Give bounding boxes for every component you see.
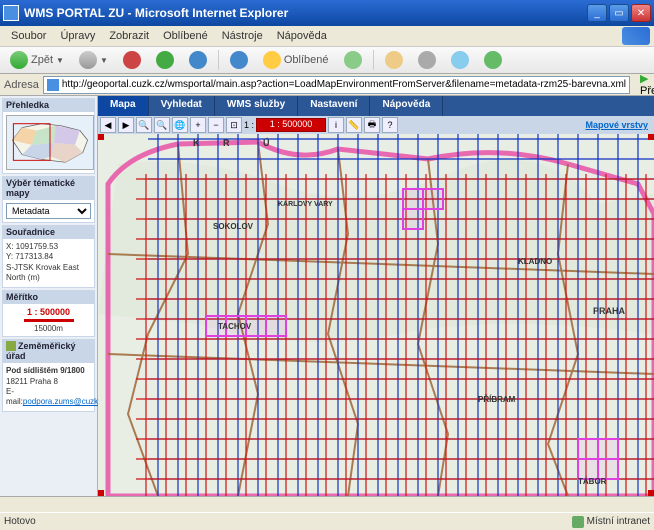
stop-button[interactable]: [117, 49, 147, 71]
address-label: Adresa: [4, 79, 39, 91]
print-button[interactable]: [412, 49, 442, 71]
tool-pan-left[interactable]: ◀: [100, 117, 116, 133]
svg-text:KLADNO: KLADNO: [518, 257, 552, 266]
coord-y: Y: 717313.84: [6, 252, 91, 262]
svg-text:KARLOVY VARY: KARLOVY VARY: [278, 201, 333, 208]
ie-logo-icon: [622, 27, 650, 45]
menu-napoveda[interactable]: Nápověda: [270, 28, 334, 44]
zone-text: Místní intranet: [587, 516, 650, 527]
tab-nastaveni[interactable]: Nastavení: [298, 96, 370, 116]
svg-text:TÁBOR: TÁBOR: [578, 477, 607, 486]
tool-help[interactable]: ?: [382, 117, 398, 133]
svg-text:TACHOV: TACHOV: [218, 322, 252, 331]
print-icon: [418, 51, 436, 69]
tool-extent[interactable]: ⊡: [226, 117, 242, 133]
office-email-link[interactable]: podpora.zums@cuzk.cz: [23, 397, 109, 406]
svg-text:K: K: [193, 138, 200, 148]
chevron-down-icon: ▼: [56, 56, 64, 65]
tool-globe[interactable]: 🌐: [172, 117, 188, 133]
edit-icon: [451, 51, 469, 69]
map-canvas[interactable]: K R Ú SOKOLOV KARLOVY VARY TACHOV KLADNO…: [98, 134, 654, 496]
search-icon: [230, 51, 248, 69]
history-icon: [344, 51, 362, 69]
close-button[interactable]: ✕: [631, 4, 651, 22]
office-icon: [6, 341, 16, 351]
refresh-icon: [156, 51, 174, 69]
tool-zoom-plus[interactable]: +: [190, 117, 206, 133]
favorites-button[interactable]: Oblíbené: [257, 49, 335, 71]
svg-text:Ú: Ú: [263, 137, 270, 148]
menu-zobrazit[interactable]: Zobrazit: [102, 28, 156, 44]
scale-bar: [24, 319, 74, 322]
home-button[interactable]: [183, 49, 213, 71]
layers-link[interactable]: Mapové vrstvy: [585, 120, 652, 130]
tool-measure[interactable]: 📏: [346, 117, 362, 133]
tab-vyhledat[interactable]: Vyhledat: [149, 96, 215, 116]
menu-oblibene[interactable]: Oblíbené: [156, 28, 215, 44]
overview-title: Přehledka: [2, 98, 95, 112]
office-title: Zeměměřický úřad: [2, 339, 95, 364]
edit-button[interactable]: [445, 49, 475, 71]
tool-info[interactable]: i: [328, 117, 344, 133]
minimize-button[interactable]: _: [587, 4, 607, 22]
scale-dist: 15000m: [6, 324, 91, 333]
scale-input[interactable]: 1 : 500000: [256, 118, 326, 132]
overview-map[interactable]: [6, 115, 94, 170]
address-input[interactable]: http://geoportal.cuzk.cz/wmsportal/main.…: [43, 76, 630, 94]
page-icon: [47, 79, 59, 91]
back-button[interactable]: Zpět ▼: [4, 49, 70, 71]
forward-button[interactable]: ▼: [73, 49, 114, 71]
ie-app-icon: [3, 5, 19, 21]
office-addr2: 18211 Praha 8: [6, 377, 91, 387]
scale-title: Měřítko: [2, 290, 95, 304]
go-button[interactable]: ▶ Přejít: [634, 71, 654, 98]
coord-x: X: 1091759.53: [6, 242, 91, 252]
window-title: WMS PORTAL ZU - Microsoft Internet Explo…: [24, 6, 587, 20]
menu-soubor[interactable]: Soubor: [4, 28, 53, 44]
back-icon: [10, 51, 28, 69]
coords-title: Souřadnice: [2, 225, 95, 239]
mail-button[interactable]: [379, 49, 409, 71]
theme-select[interactable]: Metadata: [6, 203, 91, 219]
maximize-button[interactable]: ▭: [609, 4, 629, 22]
scale-value: 1 : 500000: [6, 307, 91, 317]
tab-napoveda[interactable]: Nápověda: [370, 96, 443, 116]
messenger-button[interactable]: [478, 49, 508, 71]
refresh-button[interactable]: [150, 49, 180, 71]
tab-mapa[interactable]: Mapa: [98, 96, 149, 116]
tool-print[interactable]: 🖶: [364, 117, 380, 133]
history-button[interactable]: [338, 49, 368, 71]
chevron-down-icon: ▼: [100, 56, 108, 65]
status-text: Hotovo: [4, 516, 36, 527]
svg-text:R: R: [223, 138, 230, 148]
svg-text:PRAHA: PRAHA: [593, 306, 626, 316]
search-button[interactable]: [224, 49, 254, 71]
tool-zoom-minus[interactable]: −: [208, 117, 224, 133]
coord-sys: S-JTSK Krovak East North (m): [6, 263, 91, 284]
messenger-icon: [484, 51, 502, 69]
zone-icon: [572, 516, 584, 528]
horizontal-scrollbar[interactable]: [0, 496, 654, 512]
home-icon: [189, 51, 207, 69]
menu-upravy[interactable]: Úpravy: [53, 28, 102, 44]
menu-nastroje[interactable]: Nástroje: [215, 28, 270, 44]
svg-text:SOKOLOV: SOKOLOV: [213, 222, 254, 231]
office-addr1: Pod sídlištěm 9/1800: [6, 366, 91, 376]
mail-icon: [385, 51, 403, 69]
svg-text:PŘÍBRAM: PŘÍBRAM: [478, 395, 516, 404]
tool-zoom-out[interactable]: 🔍: [154, 117, 170, 133]
theme-title: Výběr tématické mapy: [2, 176, 95, 200]
tab-wms[interactable]: WMS služby: [215, 96, 298, 116]
star-icon: [263, 51, 281, 69]
tool-zoom-in[interactable]: 🔍: [136, 117, 152, 133]
stop-icon: [123, 51, 141, 69]
tool-pan-right[interactable]: ▶: [118, 117, 134, 133]
forward-icon: [79, 51, 97, 69]
